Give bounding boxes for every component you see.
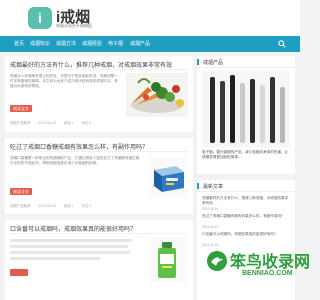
post-card: 吃过了戒烟口香糖戒烟有效果怎么样，有副作用吗？ 戒烟口香糖是一种常见的戒烟辅助产…: [5, 138, 193, 214]
nav-item-ecig[interactable]: 电子烟: [108, 36, 123, 52]
latest-post-link[interactable]: 口含番可以戒烟吗，戒烟效果真的能很好用吗？: [202, 232, 290, 237]
post-views: 阅读 1: [63, 204, 74, 208]
divider: [10, 69, 188, 70]
nav-item-home[interactable]: 首页: [14, 36, 24, 52]
nav-item-knowledge[interactable]: 戒烟知识: [30, 36, 50, 52]
post-thumbnail[interactable]: [148, 238, 188, 282]
widget-header: 最新文章: [197, 180, 295, 192]
post-title[interactable]: 口含番可以戒烟吗，戒烟效果真的能很好用吗？: [10, 224, 136, 233]
widget-accent: [197, 183, 199, 189]
nav-item-methods[interactable]: 戒烟方法: [56, 36, 76, 52]
post-meta: 戒烟产品推荐 2022-08-19 阅读 1 评论 0: [10, 120, 99, 125]
read-more-button[interactable]: [10, 269, 28, 276]
post-title[interactable]: 吃过了戒烟口香糖戒烟有效果怎么样，有副作用吗？: [10, 142, 148, 151]
post-thumbnail[interactable]: [148, 158, 188, 198]
excerpt-placeholder: [10, 239, 132, 242]
divider: [10, 233, 188, 234]
post-meta: 戒烟产品推荐 2022-08-19 阅读 1 评论 0: [10, 203, 99, 208]
excerpt-placeholder: [10, 251, 130, 254]
post-card: 戒烟最好的方法有什么，推荐几种戒烟，对戒烟效果非常有效 戒烟对人体健康有很大的好…: [5, 56, 193, 132]
product-image[interactable]: [202, 71, 290, 147]
logo-subtitle: 戒烟从现在开始做起: [56, 23, 92, 28]
latest-post-date: 2022-08-19: [202, 225, 219, 229]
watermark-brand: 笨鸟收录网: [230, 254, 311, 271]
search-icon[interactable]: [278, 40, 286, 48]
widget-accent: [197, 59, 199, 65]
post-date: 2022-08-19: [38, 121, 56, 125]
site-header: i i戒烟 戒烟从现在开始做起: [0, 0, 300, 36]
widget-title: 戒烟产品: [203, 60, 224, 66]
post-card: 口含番可以戒烟吗，戒烟效果真的能很好用吗？: [5, 220, 193, 300]
divider: [10, 151, 188, 152]
post-excerpt: 戒烟口香糖是一种常见的戒烟辅助产品，它通过释放少量的尼古丁来缓解戒烟过程中出现的…: [10, 156, 140, 165]
widget-header: 戒烟产品: [197, 56, 295, 68]
post-comments: 评论 0: [81, 121, 91, 125]
bird-logo-icon: [207, 251, 227, 271]
sidebar-widget-products: 戒烟产品 电子烟，替代香烟的产品，减少吸烟对身体的伤害，让戒烟变得更加轻松简单。: [197, 56, 295, 174]
post-category[interactable]: 戒烟产品推荐: [10, 121, 30, 125]
main-nav: 首页 戒烟知识 戒烟方法 戒烟经验 电子烟 戒烟产品: [0, 36, 300, 52]
post-thumbnail[interactable]: [126, 73, 188, 117]
read-more-button[interactable]: 阅读全文: [10, 188, 32, 195]
post-title[interactable]: 戒烟最好的方法有什么，推荐几种戒烟，对戒烟效果非常有效: [10, 60, 172, 69]
post-comments: 评论 0: [81, 204, 91, 208]
logo-icon: i: [28, 7, 52, 29]
post-views: 阅读 1: [63, 121, 74, 125]
widget-description: 电子烟，替代香烟的产品，减少吸烟对身体的伤害，让戒烟变得更加轻松简单。: [202, 150, 289, 159]
post-date: 2022-08-19: [38, 204, 56, 208]
nav-item-products[interactable]: 戒烟产品: [130, 36, 150, 52]
latest-post-date: 2022-08-19: [202, 207, 219, 211]
post-category[interactable]: 戒烟产品推荐: [10, 204, 30, 208]
nav-item-experience[interactable]: 戒烟经验: [82, 36, 102, 52]
excerpt-placeholder: [10, 257, 100, 260]
site-logo[interactable]: i i戒烟 戒烟从现在开始做起: [28, 6, 128, 32]
latest-post-link[interactable]: 吃过了戒烟口香糖戒烟有效果怎么样，有副作用吗？: [202, 214, 290, 219]
widget-title: 最新文章: [203, 184, 224, 190]
latest-post-link[interactable]: 戒烟最好的方法有什么，推荐几种戒烟，对戒烟效果非常有效: [202, 196, 290, 206]
excerpt-placeholder: [10, 245, 128, 248]
post-excerpt: 戒烟对人体健康有很大的好处，但是对于很多烟民来说，戒烟却是一件非常困难的事情。本…: [10, 74, 118, 88]
read-more-button[interactable]: 阅读全文: [10, 105, 32, 112]
watermark-url: BENNIAO.COM: [242, 270, 293, 277]
watermark: 笨鸟收录网 BENNIAO.COM: [206, 246, 310, 296]
